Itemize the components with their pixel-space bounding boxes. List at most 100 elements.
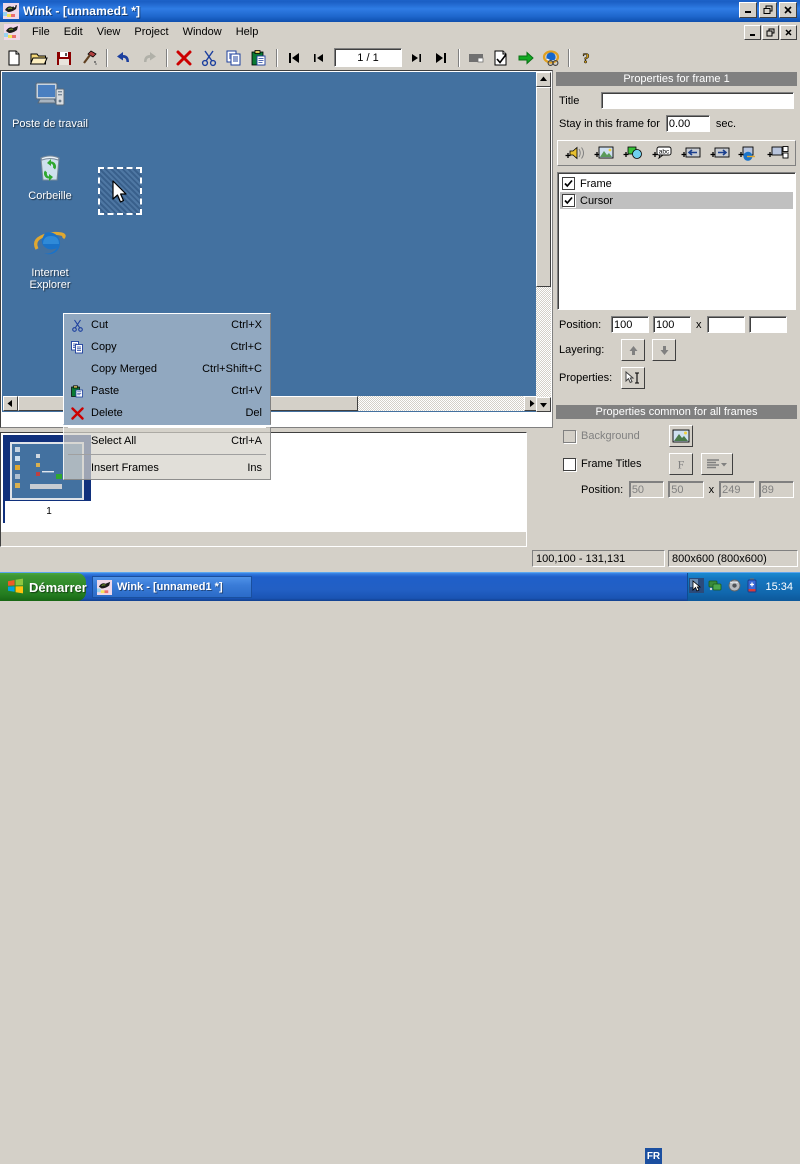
desktop-icon-my-computer[interactable]: Poste de travail xyxy=(8,80,92,130)
common-position-y-input[interactable]: 50 xyxy=(668,481,704,498)
desktop-icon-recycle-bin[interactable]: Corbeille xyxy=(8,150,92,202)
copy-icon[interactable] xyxy=(222,47,246,69)
common-position-x-input[interactable]: 50 xyxy=(628,481,665,498)
filmstrip-scrollbar[interactable] xyxy=(1,532,526,546)
add-link-icon[interactable] xyxy=(736,142,762,164)
scroll-down-icon[interactable] xyxy=(536,397,551,412)
export-icon[interactable] xyxy=(514,47,538,69)
toolbar-separator xyxy=(568,48,570,67)
context-menu-item-copy-merged[interactable]: Copy Merged Ctrl+Shift+C xyxy=(64,358,270,380)
cursor-properties-icon[interactable] xyxy=(621,367,645,389)
cut-icon[interactable] xyxy=(197,47,221,69)
add-navigation-icon[interactable] xyxy=(765,142,791,164)
build-icon[interactable] xyxy=(77,47,101,69)
arrow-up-icon[interactable] xyxy=(621,339,645,361)
minimize-window-icon[interactable] xyxy=(464,47,488,69)
undo-icon[interactable] xyxy=(112,47,136,69)
start-button[interactable]: Démarrer xyxy=(0,573,87,601)
context-menu-item-delete[interactable]: Delete Del xyxy=(64,402,270,424)
stay-duration-input[interactable]: 0.00 xyxy=(665,115,710,132)
context-menu-item-copy[interactable]: Copy Ctrl+C xyxy=(64,336,270,358)
menu-item-file[interactable]: File xyxy=(25,24,57,40)
position-label: Position: xyxy=(559,318,602,331)
redo-icon[interactable] xyxy=(137,47,161,69)
wink-tray-icon[interactable] xyxy=(689,578,705,596)
object-properties-row: Properties: xyxy=(553,367,800,389)
checkbox-checked-icon[interactable] xyxy=(562,177,575,190)
restore-icon[interactable] xyxy=(759,2,777,18)
position-x-input[interactable]: 100 xyxy=(611,316,649,333)
image-icon[interactable] xyxy=(669,425,693,447)
add-right-button-icon[interactable] xyxy=(707,142,733,164)
next-frame-icon[interactable] xyxy=(404,47,428,69)
mdi-restore-icon[interactable] xyxy=(762,25,779,40)
position-y-input[interactable]: 100 xyxy=(653,316,691,333)
menu-item-edit[interactable]: Edit xyxy=(57,24,90,40)
font-icon[interactable]: F xyxy=(669,453,693,475)
position-height-input[interactable] xyxy=(748,316,787,333)
last-frame-icon[interactable] xyxy=(429,47,453,69)
close-icon[interactable] xyxy=(779,2,797,18)
background-checkbox[interactable] xyxy=(563,429,576,443)
open-icon[interactable] xyxy=(27,47,51,69)
checkbox-checked-icon[interactable] xyxy=(562,194,575,207)
menu-item-project[interactable]: Project xyxy=(127,24,175,40)
context-menu-item-insert-frames[interactable]: Insert Frames Ins xyxy=(64,457,270,479)
list-item[interactable]: Cursor xyxy=(560,192,793,209)
minimize-icon[interactable] xyxy=(739,2,757,18)
save-icon[interactable] xyxy=(52,47,76,69)
menu-item-window[interactable]: Window xyxy=(176,24,229,40)
mdi-close-icon[interactable] xyxy=(780,25,797,40)
context-menu-item-cut[interactable]: Cut Ctrl+X xyxy=(64,314,270,336)
context-menu-item-accel: Ctrl+X xyxy=(231,319,262,331)
network-icon[interactable] xyxy=(708,578,723,596)
scroll-left-icon[interactable] xyxy=(3,396,18,411)
desktop-icon-internet-explorer[interactable]: Internet Explorer xyxy=(8,227,92,291)
vscroll-thumb[interactable] xyxy=(536,87,551,287)
frame-number-field[interactable]: 1 / 1 xyxy=(334,48,402,67)
clock[interactable]: 15:34 xyxy=(765,581,793,593)
add-left-button-icon[interactable] xyxy=(678,142,704,164)
position-width-input[interactable] xyxy=(706,316,745,333)
volume-icon[interactable] xyxy=(727,578,742,596)
menu-item-view[interactable]: View xyxy=(90,24,128,40)
menu-item-help[interactable]: Help xyxy=(229,24,266,40)
context-menu-item-label: Insert Frames xyxy=(91,462,159,474)
wink-application-window: Wink - [unnamed1 *] File Edit View Proje… xyxy=(0,0,800,1164)
new-icon[interactable] xyxy=(2,47,26,69)
delete-icon[interactable] xyxy=(172,47,196,69)
frame-objects-list[interactable]: Frame Cursor xyxy=(557,172,796,310)
mdi-minimize-icon[interactable] xyxy=(744,25,761,40)
render-icon[interactable] xyxy=(489,47,513,69)
common-position-width-input[interactable]: 249 xyxy=(719,481,755,498)
add-shape-icon[interactable] xyxy=(620,142,646,164)
wink-icon[interactable] xyxy=(4,23,20,40)
context-menu-item-paste[interactable]: Paste Ctrl+V xyxy=(64,380,270,402)
help-icon[interactable]: ? xyxy=(574,47,598,69)
add-textbox-icon[interactable]: abc xyxy=(649,142,675,164)
language-indicator[interactable]: FR xyxy=(645,1148,662,1164)
list-item[interactable]: Frame xyxy=(560,175,793,192)
battery-icon[interactable] xyxy=(746,578,758,596)
add-sound-icon[interactable] xyxy=(562,142,588,164)
arrow-down-icon[interactable] xyxy=(652,339,676,361)
internet-explorer-icon xyxy=(8,227,92,264)
title-input[interactable] xyxy=(601,92,794,109)
add-image-icon[interactable] xyxy=(591,142,617,164)
paste-icon xyxy=(68,383,86,399)
canvas-vertical-scrollbar[interactable] xyxy=(536,72,551,412)
scroll-up-icon[interactable] xyxy=(536,72,551,87)
paste-icon[interactable] xyxy=(247,47,271,69)
toolbar-separator xyxy=(276,48,278,67)
context-menu[interactable]: Cut Ctrl+X Copy Ctrl+C Copy Merged Ctrl+… xyxy=(63,313,271,480)
first-frame-icon[interactable] xyxy=(282,47,306,69)
context-menu-item-accel: Ins xyxy=(247,462,262,474)
vscroll-track[interactable] xyxy=(536,87,551,397)
frame-titles-checkbox[interactable] xyxy=(563,457,576,471)
context-menu-item-select-all[interactable]: Select All Ctrl+A xyxy=(64,430,270,452)
browser-icon[interactable] xyxy=(539,47,563,69)
prev-frame-icon[interactable] xyxy=(307,47,331,69)
align-icon[interactable] xyxy=(701,453,733,475)
common-position-height-input[interactable]: 89 xyxy=(758,481,794,498)
taskbar-item-wink[interactable]: Wink - [unnamed1 *] xyxy=(92,576,252,598)
